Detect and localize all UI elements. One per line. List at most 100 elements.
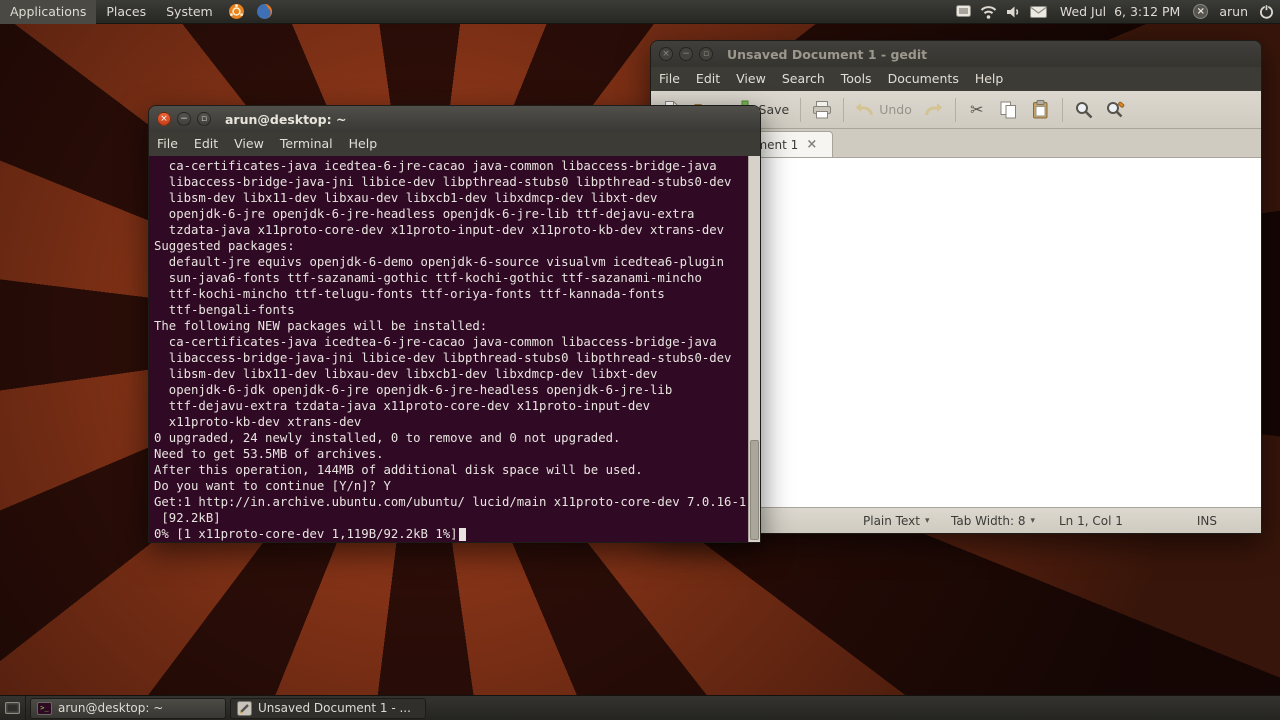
maximize-button[interactable]: ▫ — [197, 112, 211, 126]
chevron-down-icon: ▾ — [924, 516, 930, 526]
maximize-icon: ▫ — [200, 113, 208, 124]
terminal-titlebar[interactable]: × − ▫ arun@desktop: ~ — [149, 106, 760, 132]
places-menu[interactable]: Places — [96, 0, 156, 24]
terminal-line-text: 0% [1 x11proto-core-dev 1,119B/92.2kB 1%… — [154, 527, 458, 541]
terminal-line: libaccess-bridge-java-jni libice-dev lib… — [154, 351, 732, 365]
menu-view[interactable]: View — [728, 67, 774, 91]
terminal-line: ca-certificates-java icedtea-6-jre-cacao… — [154, 335, 717, 349]
terminal-line: ca-certificates-java icedtea-6-jre-cacao… — [154, 159, 717, 173]
redo-button[interactable] — [919, 95, 949, 125]
ubuntu-logo-icon — [229, 4, 245, 19]
terminal-line: libaccess-bridge-java-jni libice-dev lib… — [154, 175, 732, 189]
terminal-line: ttf-dejavu-extra tzdata-java x11proto-co… — [154, 399, 651, 413]
terminal-menubar: File Edit View Terminal Help — [149, 132, 760, 156]
menu-edit[interactable]: Edit — [186, 132, 226, 156]
terminal-line: ttf-kochi-mincho ttf-telugu-fonts ttf-or… — [154, 287, 665, 301]
taskbar-item-gedit[interactable]: Unsaved Document 1 - ... — [230, 697, 426, 719]
menu-search[interactable]: Search — [774, 67, 833, 91]
toolbar-separator — [843, 97, 845, 122]
terminal-line: Suggested packages: — [154, 239, 295, 253]
firefox-icon — [257, 4, 273, 20]
chevron-down-icon: ▾ — [1030, 516, 1036, 526]
mail-icon[interactable] — [1029, 0, 1047, 24]
menu-file[interactable]: File — [149, 132, 186, 156]
terminal-line: Do you want to continue [Y/n]? Y — [154, 479, 391, 493]
maximize-button[interactable]: ▫ — [699, 47, 713, 61]
tab-close-icon[interactable]: × — [806, 138, 817, 151]
cut-button[interactable]: ✂ — [962, 95, 992, 125]
find-replace-icon — [1107, 101, 1125, 117]
menu-terminal[interactable]: Terminal — [272, 132, 341, 156]
language-label: Plain Text — [863, 514, 920, 528]
redo-icon — [925, 103, 943, 116]
tab-width-label: Tab Width: 8 — [951, 514, 1026, 528]
terminal-line: x11proto-kb-dev xtrans-dev — [154, 415, 362, 429]
terminal-icon: >_ — [37, 701, 52, 715]
wifi-icon[interactable] — [980, 0, 997, 24]
paste-icon — [1033, 100, 1048, 119]
find-button[interactable] — [1069, 95, 1099, 125]
volume-icon[interactable] — [1006, 0, 1021, 24]
print-button[interactable] — [807, 95, 837, 125]
taskbar-item-label: arun@desktop: ~ — [58, 701, 164, 715]
close-button[interactable]: × — [157, 112, 171, 126]
user-status-icon[interactable]: × — [1193, 4, 1209, 19]
clock[interactable]: Wed Jul 6, 3:12 PM — [1056, 4, 1185, 19]
scrollbar-thumb[interactable] — [750, 439, 759, 540]
toolbar-separator — [800, 97, 802, 122]
tab-width-selector[interactable]: Tab Width: 8 ▾ — [951, 508, 1035, 534]
terminal-line: default-jre equivs openjdk-6-demo openjd… — [154, 255, 725, 269]
terminal-line: sun-java6-fonts ttf-sazanami-gothic ttf-… — [154, 271, 702, 285]
applications-menu[interactable]: Applications — [0, 0, 97, 24]
terminal-line: openjdk-6-jre openjdk-6-jre-headless ope… — [154, 207, 695, 221]
close-button[interactable]: × — [659, 47, 673, 61]
menu-documents[interactable]: Documents — [880, 67, 967, 91]
undo-label: Undo — [879, 102, 912, 117]
terminal-window[interactable]: × − ▫ arun@desktop: ~ File Edit View Ter… — [148, 105, 761, 543]
terminal-line: openjdk-6-jdk openjdk-6-jre openjdk-6-jr… — [154, 383, 673, 397]
minimize-button[interactable]: − — [679, 47, 693, 61]
menu-file[interactable]: File — [651, 67, 688, 91]
toolbar-separator — [1061, 97, 1063, 122]
ubuntu-logo-launcher[interactable] — [227, 2, 247, 22]
menu-view[interactable]: View — [226, 132, 272, 156]
overwrite-mode: INS — [1197, 508, 1217, 534]
power-icon[interactable] — [1259, 0, 1274, 24]
terminal-line: libsm-dev libx11-dev libxau-dev libxcb1-… — [154, 191, 658, 205]
close-icon: × — [662, 48, 670, 59]
paste-button[interactable] — [1026, 95, 1056, 125]
menu-edit[interactable]: Edit — [688, 67, 728, 91]
print-icon — [813, 100, 832, 118]
display-icon[interactable] — [955, 0, 971, 24]
search-icon — [1075, 101, 1093, 118]
show-desktop-button[interactable] — [0, 695, 26, 720]
overwrite-mode-label: INS — [1196, 514, 1217, 528]
show-desktop-icon — [5, 701, 20, 714]
terminal-line: Get:1 http://in.archive.ubuntu.com/ubunt… — [154, 495, 747, 509]
undo-button[interactable]: Undo — [850, 95, 917, 125]
replace-button[interactable] — [1101, 95, 1131, 125]
terminal-line: libsm-dev libx11-dev libxau-dev libxcb1-… — [154, 367, 658, 381]
terminal-scrollbar[interactable] — [748, 156, 760, 542]
menu-help[interactable]: Help — [967, 67, 1012, 91]
top-panel: Applications Places System Wed Jul 6, 3:… — [0, 0, 1280, 24]
system-menu[interactable]: System — [156, 0, 223, 24]
menu-tools[interactable]: Tools — [833, 67, 880, 91]
menu-help[interactable]: Help — [341, 132, 386, 156]
gedit-menubar: File Edit View Search Tools Documents He… — [651, 67, 1261, 91]
gedit-titlebar[interactable]: × − ▫ Unsaved Document 1 - gedit — [651, 41, 1261, 67]
cursor-position-label: Ln 1, Col 1 — [1059, 514, 1123, 528]
maximize-icon: ▫ — [702, 48, 710, 59]
bottom-panel: >_ arun@desktop: ~ Unsaved Document 1 - … — [0, 695, 1280, 720]
taskbar-item-label: Unsaved Document 1 - ... — [258, 701, 411, 715]
close-icon: × — [160, 113, 168, 124]
cursor-position: Ln 1, Col 1 — [1059, 508, 1123, 534]
language-selector[interactable]: Plain Text ▾ — [863, 508, 929, 534]
terminal-output[interactable]: ca-certificates-java icedtea-6-jre-cacao… — [149, 156, 760, 542]
firefox-launcher[interactable] — [255, 2, 275, 22]
save-label: Save — [758, 102, 790, 117]
minimize-button[interactable]: − — [177, 112, 191, 126]
copy-button[interactable] — [994, 95, 1024, 125]
taskbar-item-terminal[interactable]: >_ arun@desktop: ~ — [30, 697, 226, 719]
user-menu[interactable]: arun — [1217, 4, 1250, 19]
